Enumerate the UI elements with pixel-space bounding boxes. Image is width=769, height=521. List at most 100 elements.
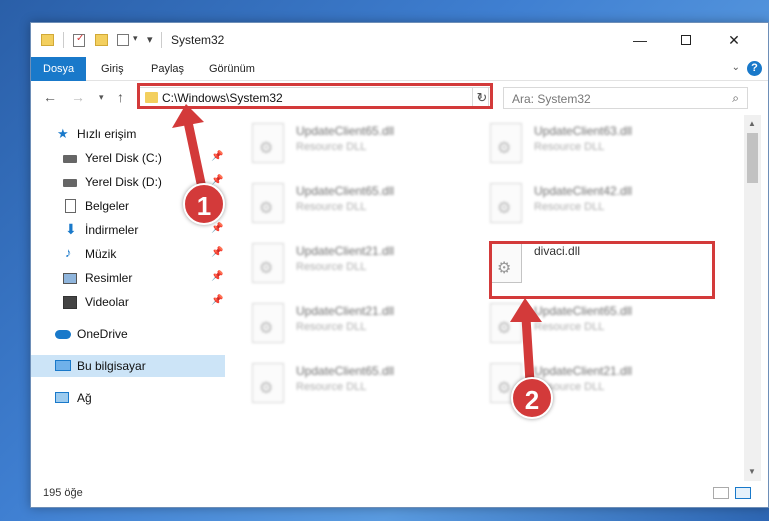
properties-icon[interactable]: ✓: [73, 33, 85, 47]
list-item[interactable]: UpdateClient65.dll Resource DLL: [464, 299, 694, 359]
scroll-down-icon[interactable]: ▼: [748, 467, 756, 476]
file-description: Resource DLL: [534, 321, 605, 333]
item-count: 195 öğe: [43, 487, 83, 499]
maximize-button[interactable]: [663, 23, 709, 57]
folder-icon: [41, 34, 54, 46]
search-input[interactable]: Ara: System32 ⌕: [503, 87, 748, 109]
forward-arrow-icon[interactable]: →: [71, 89, 85, 105]
divider: [63, 32, 64, 48]
file-name: UpdateClient65.dll: [296, 364, 395, 378]
file-description: Resource DLL: [296, 321, 367, 333]
list-item[interactable]: UpdateClient65.dll Resource DLL: [226, 119, 456, 179]
navigation-pane: ★ Hızlı erişim Yerel Disk (C:) 📌 Yerel D…: [31, 115, 225, 481]
list-item[interactable]: UpdateClient63.dll Resource DLL: [464, 119, 694, 179]
scroll-thumb[interactable]: [747, 133, 758, 183]
sidebar-item-pictures[interactable]: Resimler 📌: [31, 267, 225, 289]
callout-badge-2: 2: [511, 377, 553, 419]
file-name: UpdateClient21.dll: [534, 364, 633, 378]
sidebar-item-disk-c[interactable]: Yerel Disk (C:) 📌: [31, 147, 225, 169]
status-bar: 195 öğe: [31, 481, 768, 507]
back-arrow-icon[interactable]: ←: [43, 89, 57, 105]
network-icon: [55, 392, 69, 403]
dll-file-icon: [252, 123, 284, 163]
sidebar-item-label: Belgeler: [85, 199, 130, 213]
sidebar-item-label: Hızlı erişim: [77, 127, 137, 141]
new-folder-icon[interactable]: [95, 34, 108, 46]
list-item[interactable]: UpdateClient65.dll Resource DLL: [226, 359, 456, 419]
help-icon[interactable]: ?: [747, 61, 762, 76]
download-icon: ⬇: [65, 221, 77, 237]
pin-icon: 📌: [211, 247, 224, 258]
drive-icon: [63, 179, 77, 187]
file-description: Resource DLL: [296, 261, 367, 273]
star-icon: ★: [57, 126, 69, 141]
search-placeholder: Ara: System32: [512, 92, 591, 106]
tab-home[interactable]: Giriş: [101, 57, 124, 81]
vertical-scrollbar[interactable]: ▲ ▼: [744, 115, 761, 481]
customize-icon[interactable]: [117, 34, 129, 46]
explorer-window: ✓ ▾ ▾ System32 — ✕ Dosya Giriş Paylaş Gö…: [30, 22, 769, 508]
sidebar-item-label: Bu bilgisayar: [77, 359, 146, 373]
tab-file[interactable]: Dosya: [31, 57, 87, 81]
file-description: Resource DLL: [296, 201, 367, 213]
music-icon: ♪: [65, 245, 72, 260]
file-description: Resource DLL: [296, 381, 367, 393]
chevron-down-icon[interactable]: ▾: [147, 33, 153, 49]
file-name: UpdateClient21.dll: [296, 304, 395, 318]
dll-file-icon: [252, 303, 284, 343]
dll-file-icon: [490, 183, 522, 223]
cloud-icon: [55, 330, 71, 339]
sidebar-item-videos[interactable]: Videolar 📌: [31, 291, 225, 313]
dll-file-icon: [252, 243, 284, 283]
divider: [161, 32, 162, 48]
ribbon: Dosya Giriş Paylaş Görünüm ⌄ ?: [31, 57, 768, 81]
pin-icon: 📌: [211, 223, 224, 234]
list-item[interactable]: UpdateClient21.dll Resource DLL: [226, 239, 456, 299]
address-highlight: [137, 83, 493, 109]
chevron-down-icon[interactable]: ▾: [133, 33, 138, 49]
details-view-icon[interactable]: [713, 487, 729, 499]
sidebar-item-label: Videolar: [85, 295, 129, 309]
sidebar-item-network[interactable]: Ağ: [31, 387, 225, 409]
file-name: UpdateClient63.dll: [534, 124, 633, 138]
minimize-button[interactable]: —: [617, 23, 663, 57]
chevron-down-icon[interactable]: ⌄: [732, 62, 740, 73]
computer-icon: [55, 360, 71, 371]
dll-file-icon: [252, 363, 284, 403]
sidebar-item-music[interactable]: ♪ Müzik 📌: [31, 243, 225, 265]
file-name: UpdateClient21.dll: [296, 244, 395, 258]
document-icon: [65, 199, 76, 213]
list-item[interactable]: UpdateClient42.dll Resource DLL: [464, 179, 694, 239]
sidebar-item-label: Yerel Disk (C:): [85, 151, 162, 165]
file-description: Resource DLL: [296, 141, 367, 153]
sidebar-item-onedrive[interactable]: OneDrive: [31, 323, 225, 345]
sidebar-item-label: Resimler: [85, 271, 133, 285]
pin-icon: 📌: [211, 295, 224, 306]
tab-view[interactable]: Görünüm: [209, 57, 255, 81]
list-item[interactable]: UpdateClient21.dll Resource DLL: [226, 299, 456, 359]
title-bar: ✓ ▾ ▾ System32 — ✕: [31, 23, 768, 57]
file-description: Resource DLL: [534, 201, 605, 213]
dll-file-icon: [252, 183, 284, 223]
sidebar-item-this-pc[interactable]: Bu bilgisayar: [31, 355, 225, 377]
sidebar-item-label: OneDrive: [77, 327, 128, 341]
close-button[interactable]: ✕: [711, 23, 757, 57]
large-icons-view-icon[interactable]: [735, 487, 751, 499]
pin-icon: 📌: [211, 151, 224, 162]
file-name: UpdateClient65.dll: [534, 304, 633, 318]
sidebar-item-label: Yerel Disk (D:): [85, 175, 162, 189]
recent-locations-icon[interactable]: ▾: [99, 92, 104, 103]
callout-badge-1: 1: [183, 183, 225, 225]
search-icon: ⌕: [732, 91, 739, 105]
file-highlight: [489, 241, 715, 299]
tab-share[interactable]: Paylaş: [151, 57, 184, 81]
pictures-icon: [63, 273, 77, 284]
drive-icon: [63, 155, 77, 163]
sidebar-item-label: Müzik: [85, 247, 117, 261]
file-description: Resource DLL: [534, 141, 605, 153]
sidebar-item-quick-access[interactable]: ★ Hızlı erişim: [31, 123, 225, 145]
list-item[interactable]: UpdateClient21.dll Resource DLL: [464, 359, 694, 419]
up-arrow-icon[interactable]: ↑: [117, 89, 124, 105]
scroll-up-icon[interactable]: ▲: [748, 119, 756, 128]
list-item[interactable]: UpdateClient65.dll Resource DLL: [226, 179, 456, 239]
